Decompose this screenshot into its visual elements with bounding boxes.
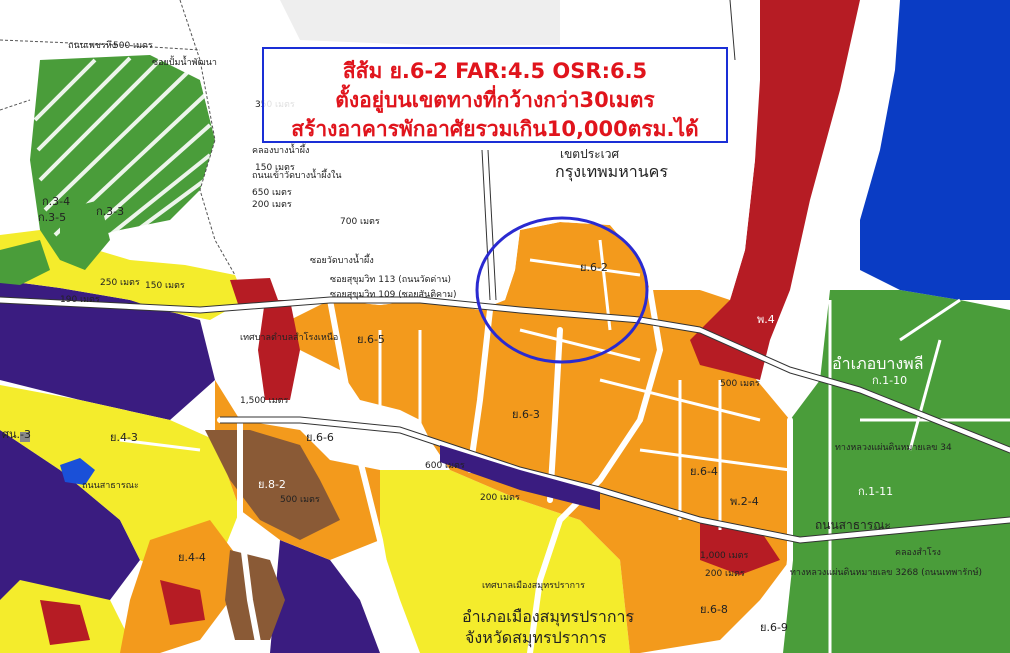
province-label: จังหวัดสมุทรปราการ (465, 628, 607, 647)
road-3268-label: ทางหลวงแผ่นดินหมายเลข 3268 (ถนนเทพารักษ์… (790, 568, 983, 578)
soi-bangna2-label: ซอยปั้มน้ำพัฒนา (152, 58, 217, 68)
zone-label-y62: ย.6-2 (580, 261, 608, 274)
zone-label-s3: ศน.-3 (2, 428, 31, 441)
public-road-label-west: ถนนสาธารณะ (82, 481, 139, 491)
zone-gray-top (280, 0, 560, 45)
dist-150-b: 150 เมตร (145, 281, 185, 291)
zone-label-y64: ย.6-4 (690, 465, 718, 478)
road-bangna-label: ทางหลวงแผ่นดินหมายเลข 34 (835, 443, 952, 453)
dist-200-a: 200 เมตร (252, 200, 292, 210)
callout-line-building: สร้างอาคารพักอาศัยรวมเกิน10,000ตรม.ได้ (291, 117, 699, 141)
dist-500-a: 500 เมตร (113, 41, 153, 51)
zone-label-y66: ย.6-6 (306, 431, 334, 444)
zone-label-y69: ย.6-9 (760, 621, 788, 634)
info-callout: สีส้ม ย.6-2 FAR:4.5 OSR:6.5 ตั้งอยู่บนเข… (262, 47, 728, 143)
soi113-label: ซอยสุขุมวิท 113 (ถนนวัดด่าน) (330, 275, 451, 285)
dist-700: 700 เมตร (340, 217, 380, 227)
soi-bangna-label: ถนนเพชรหึง (68, 41, 117, 51)
zone-label-y65: ย.6-5 (357, 333, 385, 346)
zone-label-y44: ย.4-4 (178, 551, 206, 564)
dist-650: 650 เมตร (252, 188, 292, 198)
bangkok-label: กรุงเทพมหานคร (555, 162, 668, 181)
zone-label-k110: ก.1-10 (872, 374, 908, 387)
dist-190: 190 เมตร (60, 295, 100, 305)
khlong-samrong-label: คลองสำโรง (895, 548, 941, 558)
zone-label-w4: พ.4 (757, 313, 775, 326)
dist-1000: 1,000 เมตร (700, 551, 749, 561)
dist-600: 600 เมตร (425, 461, 465, 471)
dist-500-c: 500 เมตร (720, 379, 760, 389)
dist-500-b: 500 เมตร (280, 495, 320, 505)
dist-200-b: 200 เมตร (480, 493, 520, 503)
zone-label-k35: ก.3-5 (38, 211, 67, 224)
dist-1500: 1,500 เมตร (240, 396, 289, 406)
zone-label-k33: ก.3-3 (96, 205, 125, 218)
zone-label-y68: ย.6-8 (700, 603, 728, 616)
teshaban-sp-label: เทศบาลเมืองสมุทรปราการ (482, 581, 585, 591)
dist-150-a: 150 เมตร (255, 163, 295, 173)
dist-250: 250 เมตร (100, 278, 140, 288)
soi-rim-label: ซอยวัดบางน้ำผึ้ง (310, 256, 374, 266)
teshaban-phraek-label: เทศบาลตำบลสำโรงเหนือ (240, 333, 339, 343)
zone-label-y43: ย.4-3 (110, 431, 138, 444)
zone-label-k111: ก.1-11 (858, 485, 894, 498)
soi109-label: ซอยสุขุมวิท 109 (ซอยสันติคาม) (330, 290, 457, 300)
zone-label-y63: ย.6-3 (512, 408, 540, 421)
zone-label-w24: พ.2-4 (730, 495, 759, 508)
zone-label-y82: ย.8-2 (258, 478, 286, 491)
dist-200-c: 200 เมตร (705, 569, 745, 579)
public-road-label-east: ถนนสาธารณะ (815, 518, 891, 532)
